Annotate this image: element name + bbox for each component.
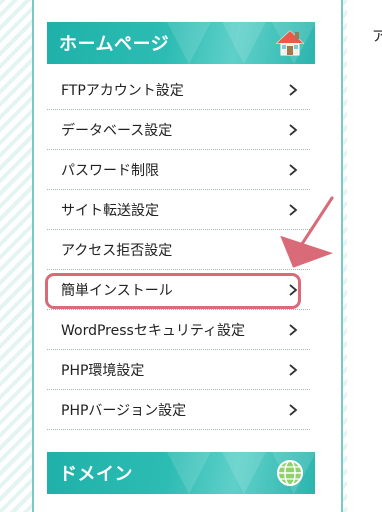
section-title-homepage: ホームページ — [59, 34, 170, 55]
menu-item-label: パスワード制限 — [61, 162, 159, 179]
annotation-arrow-icon — [280, 196, 334, 268]
house-icon — [275, 30, 305, 56]
menu-item-wordpress-security[interactable]: WordPressセキュリティ設定 — [47, 310, 310, 350]
section-header-homepage: ホームページ — [47, 22, 315, 64]
menu-item-database[interactable]: データベース設定 — [47, 110, 310, 150]
menu-item-label: サイト転送設定 — [61, 202, 159, 219]
menu-item-label: WordPressセキュリティ設定 — [61, 322, 245, 339]
menu-item-label: FTPアカウント設定 — [61, 82, 184, 99]
chevron-right-icon — [289, 323, 298, 336]
menu-item-label: 簡単インストール — [61, 282, 173, 299]
section-title-domain: ドメイン — [59, 464, 133, 485]
menu-item-label: PHP環境設定 — [61, 362, 145, 379]
menu-item-label: データベース設定 — [61, 122, 173, 139]
chevron-right-icon — [289, 363, 298, 376]
chevron-right-icon — [289, 283, 298, 296]
menu-item-label: アクセス拒否設定 — [61, 242, 173, 259]
chevron-right-icon — [289, 83, 298, 96]
menu-item-password-restriction[interactable]: パスワード制限 — [47, 150, 310, 190]
chevron-right-icon — [289, 123, 298, 136]
globe-icon — [277, 460, 303, 486]
menu-item-label: PHPバージョン設定 — [61, 402, 187, 419]
chevron-right-icon — [289, 163, 298, 176]
menu-item-php-environment[interactable]: PHP環境設定 — [47, 350, 310, 390]
chevron-right-icon — [289, 403, 298, 416]
section-header-domain: ドメイン — [47, 452, 315, 494]
menu-item-ftp-account[interactable]: FTPアカウント設定 — [47, 70, 310, 110]
menu-item-easy-install[interactable]: 簡単インストール — [47, 270, 310, 310]
cut-off-heading-text: ア — [372, 29, 382, 45]
menu-item-php-version[interactable]: PHPバージョン設定 — [47, 390, 310, 430]
